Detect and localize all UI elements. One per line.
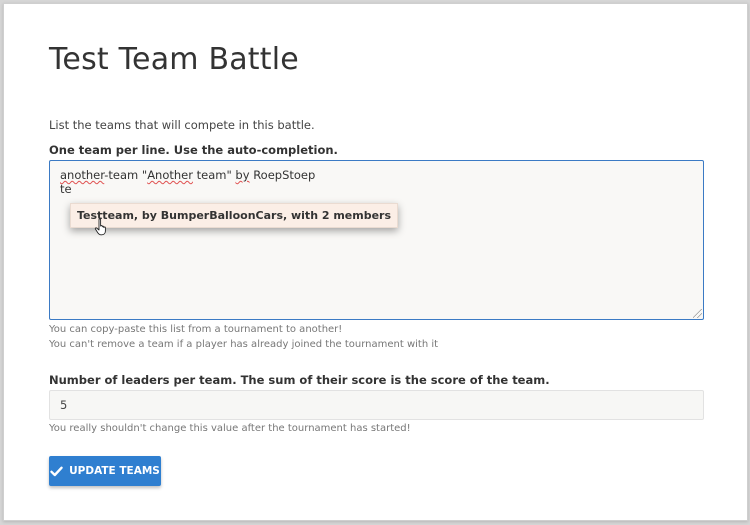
page-title: Test Team Battle — [49, 42, 299, 77]
leaders-input[interactable]: 5 — [49, 390, 704, 420]
form-card: Test Team Battle List the teams that wil… — [3, 3, 748, 521]
autocomplete-suggestion[interactable]: Testteam, by BumperBalloonCars, with 2 m… — [70, 203, 399, 228]
leaders-label: Number of leaders per team. The sum of t… — [49, 373, 550, 387]
team-line-1: another-team "Another team" by RoepStoep — [60, 168, 316, 182]
help-remove-team: You can't remove a team if a player has … — [49, 339, 439, 350]
intro-text: List the teams that will compete in this… — [49, 118, 315, 132]
resize-grip-icon[interactable] — [693, 309, 702, 318]
help-copy-paste: You can copy-paste this list from a tour… — [49, 324, 343, 335]
help-leaders: You really shouldn't change this value a… — [49, 423, 411, 434]
update-teams-button[interactable]: UPDATE TEAMS — [49, 456, 161, 486]
teams-label: One team per line. Use the auto-completi… — [49, 143, 338, 157]
hand-pointer-icon — [94, 218, 106, 236]
check-icon — [50, 466, 63, 476]
update-teams-label: UPDATE TEAMS — [69, 465, 160, 477]
team-line-2: te — [60, 182, 72, 196]
teams-textarea[interactable]: another-team "Another team" by RoepStoep… — [49, 160, 704, 320]
